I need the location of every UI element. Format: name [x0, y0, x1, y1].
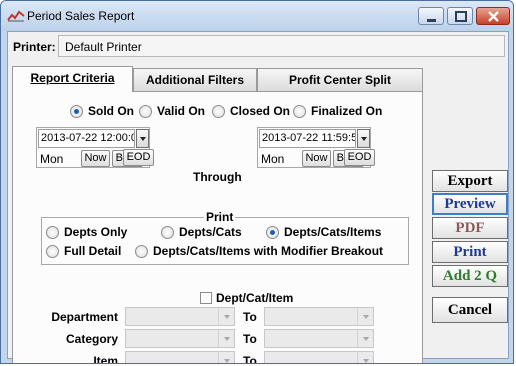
department-label: Department [51, 310, 118, 324]
radio-sold-on[interactable]: Sold On [70, 104, 134, 118]
radio-label: Closed On [230, 104, 291, 118]
tab-label: Report Criteria [30, 71, 115, 85]
radio-finalized-on[interactable]: Finalized On [293, 104, 382, 118]
maximize-button[interactable] [447, 7, 473, 25]
maximize-icon [455, 11, 467, 22]
item-to-combo[interactable] [264, 351, 374, 363]
radio-valid-on[interactable]: Valid On [139, 104, 205, 118]
radio-depts-cats-items[interactable]: Depts/Cats/Items [266, 225, 381, 239]
to-eod-button[interactable]: EOD [344, 149, 375, 166]
through-label: Through [193, 170, 242, 184]
radio-label: Finalized On [311, 104, 383, 118]
to-datetime-field[interactable]: 2013-07-22 11:59:59 PM [259, 129, 356, 148]
to-day-label: Mon [261, 152, 285, 166]
printer-label: Printer: [13, 40, 56, 54]
radio-indicator [266, 225, 279, 239]
checkbox-box [200, 292, 212, 304]
checkbox-label: Dept/Cat/Item [216, 291, 294, 305]
radio-label: Depts/Cats [179, 225, 242, 239]
title-bar[interactable]: Period Sales Report [1, 1, 513, 31]
radio-depts-cats[interactable]: Depts/Cats [161, 225, 242, 239]
dropdown-arrow-icon [357, 330, 373, 347]
pdf-button[interactable]: PDF [432, 217, 508, 239]
radio-label: Depts/Cats/Items [284, 225, 382, 239]
preview-button[interactable]: Preview [432, 193, 508, 215]
radio-label: Sold On [88, 104, 134, 118]
radio-indicator [70, 104, 83, 118]
department-from-combo[interactable] [125, 307, 235, 326]
radio-label: Full Detail [64, 244, 122, 258]
radio-depts-only[interactable]: Depts Only [46, 225, 127, 239]
radio-indicator [293, 104, 306, 118]
tab-profit-center-split[interactable]: Profit Center Split [257, 68, 423, 91]
minimize-button[interactable] [418, 7, 444, 25]
dropdown-arrow-icon [218, 308, 234, 325]
radio-indicator [212, 104, 225, 118]
period-sales-report-window: Period Sales Report Printer: Default Pri… [0, 0, 514, 364]
tab-report-criteria[interactable]: Report Criteria [12, 66, 133, 92]
radio-full-detail[interactable]: Full Detail [46, 244, 121, 258]
export-button[interactable]: Export [432, 170, 508, 192]
from-datetime-field[interactable]: 2013-07-22 12:00:00 AM [38, 129, 135, 148]
to-dropdown-arrow-icon[interactable] [357, 129, 370, 148]
from-dropdown-arrow-icon[interactable] [136, 129, 149, 148]
radio-modifier-breakout[interactable]: Depts/Cats/Items with Modifier Breakout [135, 244, 383, 258]
report-criteria-panel: Sold On Valid On Closed On Finalized On … [12, 91, 423, 364]
radio-label: Valid On [157, 104, 206, 118]
print-legend: Print [204, 210, 236, 224]
minimize-icon [427, 19, 436, 22]
radio-indicator [46, 244, 59, 258]
radio-closed-on[interactable]: Closed On [212, 104, 290, 118]
dropdown-arrow-icon [357, 308, 373, 325]
radio-indicator [46, 225, 59, 239]
radio-indicator [161, 225, 174, 239]
sales-report-app-icon [7, 10, 25, 22]
close-button[interactable] [476, 7, 510, 25]
item-to-label: To [243, 354, 257, 364]
radio-label: Depts Only [64, 225, 128, 239]
radio-indicator [139, 104, 152, 118]
print-button[interactable]: Print [432, 241, 508, 263]
close-icon [488, 11, 499, 22]
dept-cat-item-checkbox[interactable]: Dept/Cat/Item [200, 291, 293, 305]
printer-field[interactable]: Default Printer [58, 35, 505, 57]
category-label: Category [65, 332, 118, 346]
cancel-button[interactable]: Cancel [432, 297, 508, 323]
dialog-body: Printer: Default Printer Report Criteria… [7, 31, 509, 363]
category-from-combo[interactable] [125, 329, 235, 348]
category-to-label: To [243, 332, 257, 346]
radio-indicator [135, 244, 148, 258]
dropdown-arrow-icon [218, 352, 234, 363]
tab-label: Profit Center Split [288, 73, 391, 87]
window-title: Period Sales Report [27, 9, 135, 23]
tab-additional-filters[interactable]: Additional Filters [133, 68, 257, 91]
category-to-combo[interactable] [264, 329, 374, 348]
from-eod-button[interactable]: EOD [123, 149, 154, 166]
from-day-label: Mon [40, 152, 64, 166]
item-label: Item [93, 354, 118, 364]
department-to-combo[interactable] [264, 307, 374, 326]
radio-label: Depts/Cats/Items with Modifier Breakout [153, 244, 384, 258]
department-to-label: To [243, 310, 257, 324]
dropdown-arrow-icon [357, 352, 373, 363]
dropdown-arrow-icon [218, 330, 234, 347]
from-now-button[interactable]: Now [81, 150, 110, 167]
to-now-button[interactable]: Now [302, 150, 331, 167]
tab-label: Additional Filters [145, 73, 244, 87]
item-from-combo[interactable] [125, 351, 235, 363]
add-to-queue-button[interactable]: Add 2 Q [432, 265, 508, 287]
